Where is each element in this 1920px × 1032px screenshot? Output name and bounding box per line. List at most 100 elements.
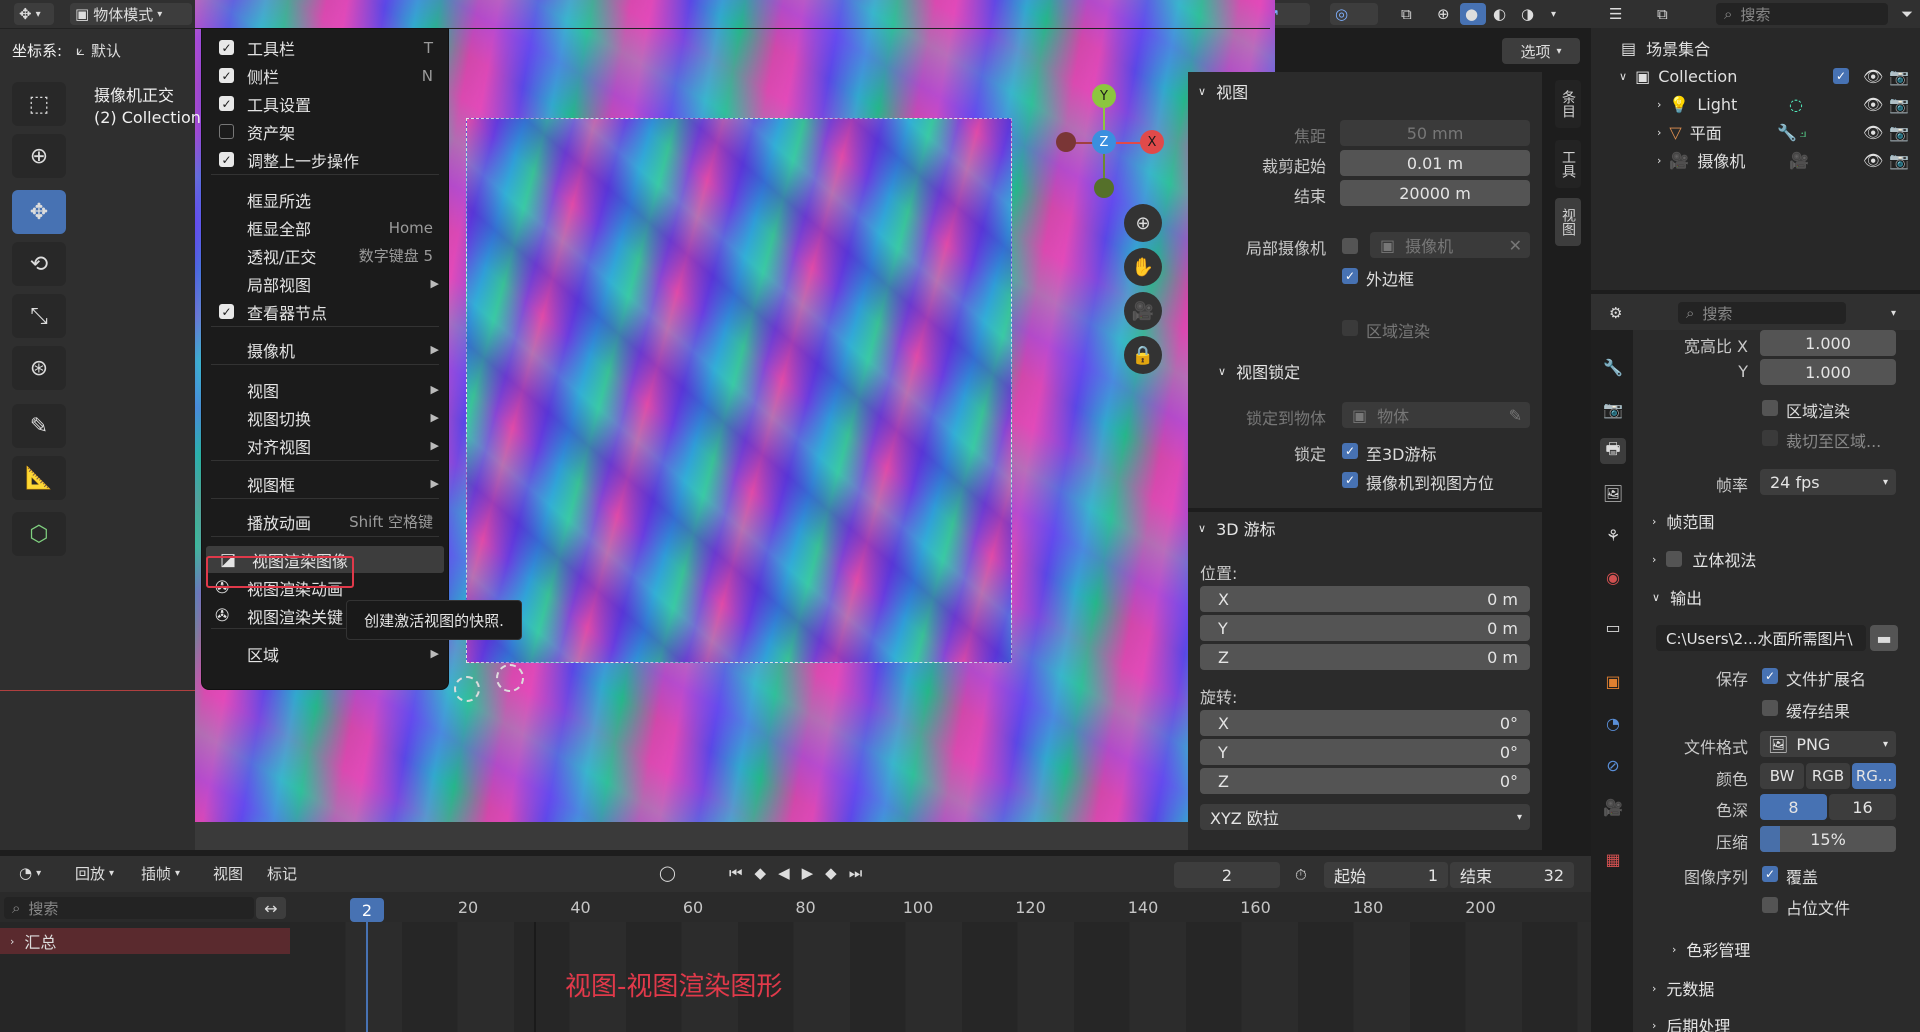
clip-end-field[interactable]: 20000 m — [1340, 180, 1530, 206]
placeholder-checkbox[interactable] — [1762, 897, 1778, 913]
metadata-header[interactable]: › 元数据 — [1652, 973, 1714, 1003]
region-render-checkbox[interactable] — [1762, 400, 1778, 416]
eye-icon[interactable]: 👁 — [1863, 123, 1883, 142]
transform-tool[interactable]: ⊛ — [12, 346, 66, 390]
mode-dropdown[interactable]: ▣ 物体模式 ▾ — [70, 3, 192, 25]
fps-dropdown[interactable]: 24 fps ▾ — [1760, 469, 1896, 495]
summary-row[interactable]: › 汇总 — [0, 928, 290, 954]
move-tool[interactable]: ✥ — [12, 190, 66, 234]
view-menu-item[interactable]: 视图 ▶ — [201, 376, 449, 403]
jump-end-icon[interactable]: ⏭ — [849, 864, 863, 882]
cursor-tool[interactable]: ⊕ — [12, 134, 66, 178]
compress-slider[interactable]: 15% — [1760, 826, 1896, 852]
view-menu-item[interactable]: 框显所选 — [201, 186, 449, 213]
view-menu-item[interactable]: ✓ 查看器节点 — [201, 298, 449, 325]
view-menu-item[interactable]: ✓ 侧栏 N — [201, 62, 449, 89]
gizmo-z[interactable]: Z — [1092, 130, 1116, 154]
gizmo-neg-x[interactable] — [1056, 132, 1076, 152]
rotation-field[interactable]: X 0° — [1200, 710, 1530, 736]
display-mode-dropdown[interactable]: ⧉ — [1652, 3, 1692, 25]
color-management-header[interactable]: › 色彩管理 — [1672, 934, 1750, 964]
overlay-toggle[interactable]: ◎ — [1330, 3, 1378, 25]
view-menu-item[interactable]: 视图切换 ▶ — [201, 404, 449, 431]
view-menu-item[interactable]: 框显全部 Home — [201, 214, 449, 241]
playback-controls[interactable]: ⏮ ◆ ◀ ▶ ◆ ⏭ — [724, 862, 884, 884]
collection-tab[interactable]: ▭ — [1600, 614, 1626, 640]
local-camera-field[interactable]: ▣ 摄像机 ✕ — [1370, 232, 1530, 258]
solid-shading[interactable]: ● — [1460, 3, 1486, 25]
scene-tab[interactable]: ⚘ — [1600, 522, 1626, 548]
tool-tab[interactable]: 🔧 — [1600, 354, 1626, 380]
pan-button[interactable]: ✋ — [1124, 248, 1162, 286]
clip-start-field[interactable]: 0.01 m — [1340, 150, 1530, 176]
view-menu-item[interactable]: 透视/正交 数字键盘 5 — [201, 242, 449, 269]
outliner-row-plane[interactable]: › ▽ 平面 🔧 ⟓ 👁 📷 — [1591, 118, 1920, 146]
auto-key-toggle[interactable]: ◯ — [654, 862, 698, 884]
data-tab[interactable]: 🎥 — [1600, 794, 1626, 820]
gizmo-x[interactable]: X — [1140, 130, 1164, 154]
scene-collection-row[interactable]: ▤ 场景集合 — [1591, 34, 1920, 62]
camera-render-icon[interactable]: 📷 — [1889, 67, 1909, 86]
outliner-row-collection[interactable]: ∨ ▣ Collection ✓ 👁 📷 — [1591, 62, 1920, 90]
aspect-x-field[interactable]: 1.000 — [1760, 330, 1896, 356]
output-header[interactable]: ∨ 输出 — [1652, 582, 1702, 612]
camera-view-button[interactable]: 🎥 — [1124, 292, 1162, 330]
view-menu-item[interactable]: ✓ 工具栏 T — [201, 34, 449, 61]
select-box-tool[interactable]: ⬚ — [12, 82, 66, 126]
editor-type-button[interactable]: ✥ ▾ — [14, 3, 54, 25]
crop-to-region-checkbox[interactable] — [1762, 430, 1778, 446]
view-menu-item[interactable]: 摄像机 ▶ — [201, 336, 449, 363]
output-tab[interactable]: 🖶 — [1600, 438, 1626, 464]
outliner-row-light[interactable]: › 💡 Light ◌ 👁 📷 — [1591, 90, 1920, 118]
file-format-dropdown[interactable]: 🖼 PNG ▾ — [1760, 731, 1896, 757]
folder-button[interactable]: ▬ — [1870, 625, 1898, 651]
view-menu-item[interactable]: 播放动画 Shift 空格键 — [201, 508, 449, 535]
view-menu-item[interactable]: 局部视图 ▶ — [201, 270, 449, 297]
coord-system-dropdown[interactable]: ⟀ 默认 — [76, 38, 121, 62]
checkbox[interactable]: ✓ — [219, 96, 234, 111]
output-path-field[interactable]: C:\Users\2...水面所需图片\ — [1656, 625, 1866, 651]
close-icon[interactable]: ✕ — [1509, 236, 1522, 255]
rendered-shading[interactable]: ◑ — [1516, 3, 1542, 25]
filter-button[interactable]: ⏷ — [1896, 3, 1918, 25]
render-tab[interactable]: 📷 — [1600, 396, 1626, 422]
view-menu-item[interactable]: ✓ 工具设置 — [201, 90, 449, 117]
outliner-search-input[interactable]: ⌕ 搜索 — [1716, 3, 1888, 25]
camera-render-icon[interactable]: 📷 — [1889, 95, 1909, 114]
location-field[interactable]: Y 0 m — [1200, 615, 1530, 641]
rotate-tool[interactable]: ⟲ — [12, 242, 66, 286]
focal-field[interactable]: 50 mm — [1340, 120, 1530, 146]
stereo-header[interactable]: › 立体视法 — [1652, 544, 1756, 574]
overwrite-checkbox[interactable]: ✓ — [1762, 866, 1778, 882]
location-field[interactable]: X 0 m — [1200, 586, 1530, 612]
3d-cursor-section-header[interactable]: ∨ 3D 游标 — [1198, 513, 1276, 543]
measure-tool[interactable]: 📐 — [12, 456, 66, 500]
view-lock-section-header[interactable]: ∨ 视图锁定 — [1218, 356, 1300, 386]
depth-8-button[interactable]: 8 — [1760, 794, 1827, 820]
marker-menu[interactable]: 标记 — [262, 862, 302, 884]
modifier-tab[interactable]: ◔ — [1600, 710, 1626, 736]
play-reverse-icon[interactable]: ◀ — [778, 864, 790, 882]
timeline-track-area[interactable] — [290, 922, 1591, 1032]
add-cube-tool[interactable]: ⬡ — [12, 512, 66, 556]
tab-tool[interactable]: 工具 — [1555, 140, 1581, 188]
timeline-view-menu[interactable]: 视图 — [208, 862, 248, 884]
timeline-search-input[interactable]: ⌕ 搜索 — [4, 897, 254, 919]
post-processing-header[interactable]: › 后期处理 — [1652, 1010, 1730, 1032]
lock-3d-cursor-checkbox[interactable]: ✓ — [1342, 443, 1358, 459]
view-layer-tab[interactable]: 🖼 — [1600, 480, 1626, 506]
preview-range-toggle[interactable]: ⏱ — [1290, 864, 1316, 886]
view-menu-item[interactable]: 视图框 ▶ — [201, 470, 449, 497]
outliner-editor-type[interactable]: ☰ — [1604, 3, 1640, 25]
collection-checkbox[interactable]: ✓ — [1833, 68, 1849, 84]
local-camera-checkbox[interactable] — [1342, 238, 1358, 254]
jump-start-icon[interactable]: ⏮ — [729, 864, 743, 882]
next-key-icon[interactable]: ◆ — [825, 864, 837, 882]
view-menu-item[interactable]: ✓ 调整上一步操作 — [201, 146, 449, 173]
wireframe-shading[interactable]: ⊕ — [1432, 3, 1458, 25]
material-shading[interactable]: ◐ — [1488, 3, 1514, 25]
end-frame-field[interactable]: 结束 32 — [1450, 862, 1574, 888]
checkbox[interactable]: ✓ — [219, 68, 234, 83]
scale-tool[interactable]: ⤡ — [12, 294, 66, 338]
color-rgba-button[interactable]: RG... — [1852, 763, 1896, 789]
